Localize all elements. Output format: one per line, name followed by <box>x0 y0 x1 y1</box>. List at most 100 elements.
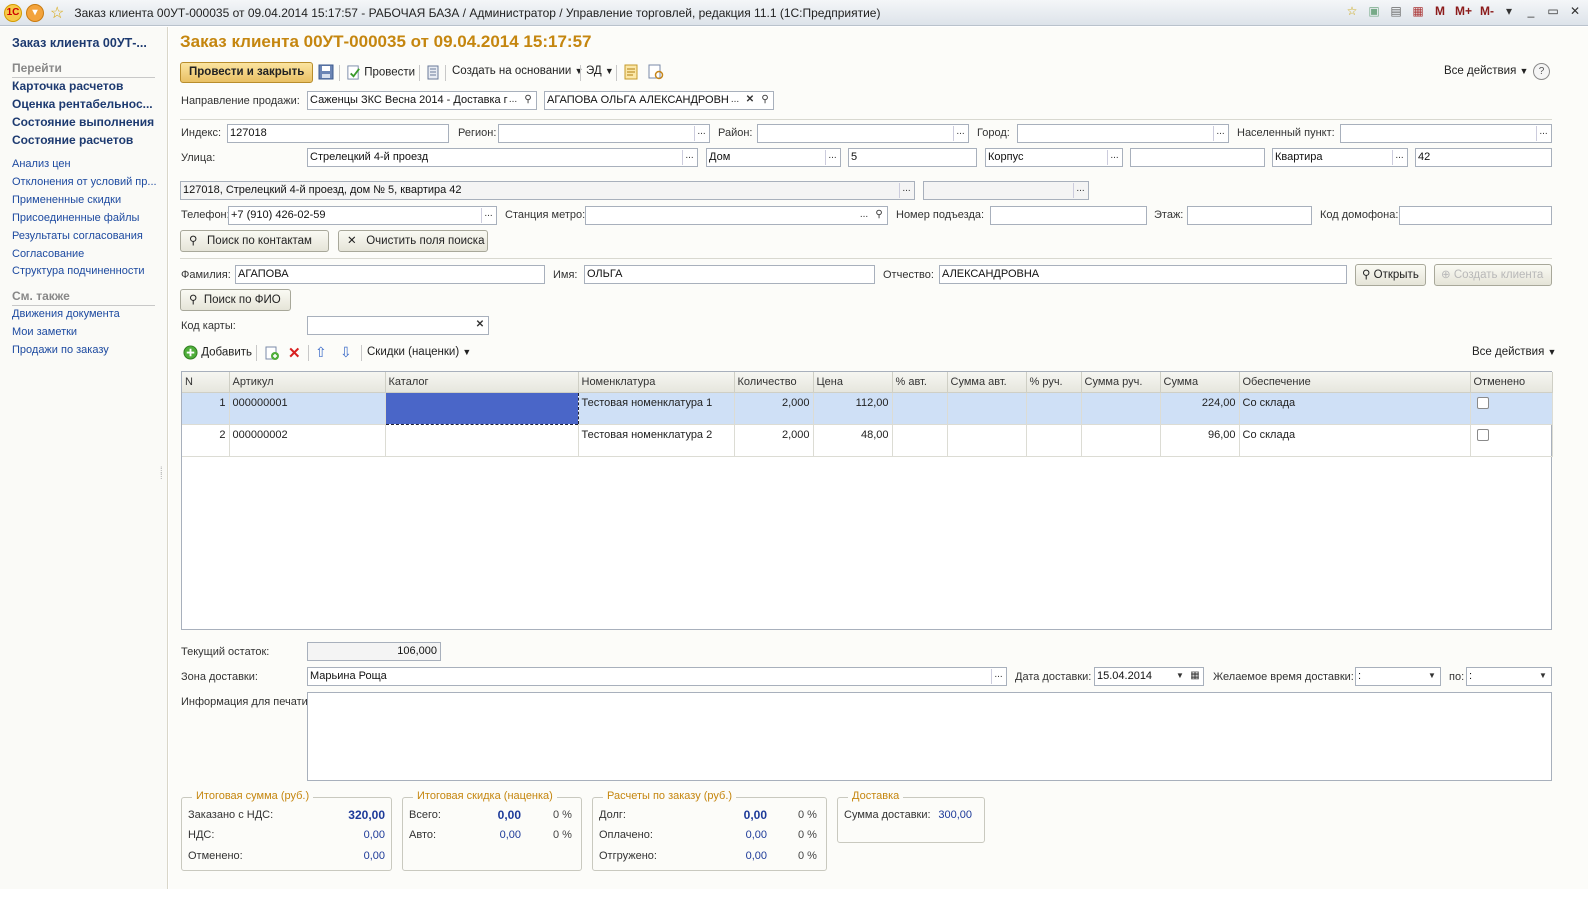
cell-sum-manual[interactable] <box>1081 392 1161 425</box>
search-by-contacts-button[interactable]: ⚲ Поиск по контактам <box>180 230 329 252</box>
delete-row-icon[interactable]: ✕ <box>288 344 301 362</box>
korpus-type-field[interactable]: Корпус... <box>985 148 1123 167</box>
select-button[interactable]: ... <box>899 183 913 198</box>
full-address-field[interactable]: 127018, Стрелецкий 4-й проезд, дом № 5, … <box>180 181 915 200</box>
nav-link-attached-files[interactable]: Присоединенные файлы <box>12 212 139 224</box>
panel-resize-grip[interactable]: ⁞ ⁞ <box>160 466 163 481</box>
move-up-icon[interactable]: ⇧ <box>315 344 327 361</box>
card-code-field[interactable]: ✕ <box>307 316 489 335</box>
house-type-field[interactable]: Дом... <box>706 148 841 167</box>
favorites-icon[interactable]: ☆ <box>1345 4 1359 18</box>
column-header[interactable]: Номенклатура <box>578 372 735 393</box>
entrance-field[interactable] <box>990 206 1147 225</box>
house-number-field[interactable]: 5 <box>848 148 977 167</box>
list-icon[interactable] <box>427 65 439 83</box>
nav-link-settlement-state[interactable]: Состояние расчетов <box>12 133 133 147</box>
help-button[interactable]: ? <box>1533 63 1550 80</box>
search-icon[interactable]: ⚲ <box>758 93 772 108</box>
select-button[interactable]: ... <box>857 208 871 223</box>
nav-link-approval[interactable]: Согласование <box>12 248 84 260</box>
select-button[interactable]: ... <box>694 126 708 141</box>
column-header[interactable]: % руч. <box>1026 372 1082 393</box>
column-header[interactable]: Обеспечение <box>1239 372 1471 393</box>
search-icon[interactable]: ⚲ <box>872 208 886 223</box>
select-button[interactable]: ... <box>825 150 839 165</box>
nav-link-subordination[interactable]: Структура подчиненности <box>12 265 145 277</box>
korpus-number-field[interactable] <box>1130 148 1265 167</box>
select-button[interactable]: ... <box>1392 150 1406 165</box>
column-header[interactable]: Каталог <box>385 372 579 393</box>
all-actions-menu[interactable]: Все действия ▼ <box>1444 65 1528 77</box>
column-header[interactable]: Сумма <box>1160 372 1240 393</box>
street-field[interactable]: Стрелецкий 4-й проезд... <box>307 148 698 167</box>
print-preview-icon[interactable] <box>648 64 664 83</box>
memory-m-button[interactable]: M <box>1433 4 1447 18</box>
calendar-icon[interactable]: ▦ <box>1411 4 1425 18</box>
cell-n[interactable]: 1 <box>182 392 230 425</box>
cell-n[interactable]: 2 <box>182 424 230 457</box>
floor-field[interactable] <box>1187 206 1312 225</box>
create-based-on-menu[interactable]: Создать на основании ▼ <box>452 65 583 77</box>
delivery-date-field[interactable]: 15.04.2014 ▼ ▦ <box>1094 667 1204 686</box>
cell-article[interactable]: 000000002 <box>229 424 386 457</box>
nav-link-sales-by-order[interactable]: Продажи по заказу <box>12 344 109 356</box>
apartment-type-field[interactable]: Квартира... <box>1272 148 1408 167</box>
nav-panel-title[interactable]: Заказ клиента 00УТ-... <box>12 36 147 50</box>
nav-link-approval-results[interactable]: Результаты согласования <box>12 230 143 242</box>
select-button[interactable]: ... <box>481 208 495 223</box>
table-row[interactable]: 2 000000002 Тестовая номенклатура 2 2,00… <box>182 424 1553 457</box>
nav-link-profitability[interactable]: Оценка рентабельнос... <box>12 97 153 111</box>
post-button[interactable]: Провести <box>346 65 415 80</box>
nav-link-deviations[interactable]: Отклонения от условий пр... <box>12 176 157 188</box>
chevron-down-icon[interactable]: ▼ <box>1425 669 1439 684</box>
cell-pct-auto[interactable] <box>892 424 948 457</box>
history-icon[interactable]: ▣ <box>1367 4 1381 18</box>
name-field[interactable]: ОЛЬГА <box>584 265 875 284</box>
restore-button[interactable]: ▭ <box>1546 4 1560 18</box>
nav-link-execution-state[interactable]: Состояние выполнения <box>12 115 154 129</box>
cell-qty[interactable]: 2,000 <box>734 424 814 457</box>
move-down-icon[interactable]: ⇩ <box>340 344 352 361</box>
cell-pct-auto[interactable] <box>892 392 948 425</box>
copy-row-icon[interactable] <box>264 345 280 364</box>
delivery-time-from-field[interactable]: : ▼ <box>1355 667 1441 686</box>
cell-price[interactable]: 112,00 <box>813 392 893 425</box>
cell-sum-manual[interactable] <box>1081 424 1161 457</box>
save-icon[interactable] <box>318 64 334 83</box>
select-button[interactable]: ... <box>991 669 1005 684</box>
close-button[interactable]: ✕ <box>1568 4 1582 18</box>
calculator-icon[interactable]: ▤ <box>1389 4 1403 18</box>
favorite-star-icon[interactable]: ☆ <box>50 3 64 23</box>
select-button[interactable]: ... <box>1073 183 1087 198</box>
district-field[interactable]: ... <box>757 124 969 143</box>
phone-field[interactable]: +7 (910) 426-02-59... <box>228 206 497 225</box>
delivery-time-to-field[interactable]: : ▼ <box>1466 667 1552 686</box>
select-button[interactable]: ... <box>506 93 520 108</box>
nav-link-price-analysis[interactable]: Анализ цен <box>12 158 71 170</box>
print-info-textarea[interactable] <box>307 692 1552 781</box>
calendar-icon[interactable]: ▦ <box>1188 669 1202 684</box>
select-button[interactable]: ... <box>682 150 696 165</box>
discounts-menu[interactable]: Скидки (наценки) ▼ <box>367 346 471 358</box>
city-field[interactable]: ... <box>1017 124 1229 143</box>
clear-icon[interactable]: ✕ <box>473 318 487 333</box>
cell-article[interactable]: 000000001 <box>229 392 386 425</box>
cell-sum[interactable]: 224,00 <box>1160 392 1240 425</box>
memory-plus-button[interactable]: M+ <box>1455 4 1472 18</box>
cancelled-checkbox[interactable] <box>1476 428 1489 441</box>
column-header[interactable]: Цена <box>813 372 893 393</box>
nav-link-document-movements[interactable]: Движения документа <box>12 308 120 320</box>
metro-field[interactable]: ... ⚲ <box>585 206 888 225</box>
nav-link-applied-discounts[interactable]: Примененные скидки <box>12 194 121 206</box>
cell-sum-auto[interactable] <box>947 424 1027 457</box>
cell-qty[interactable]: 2,000 <box>734 392 814 425</box>
create-client-button[interactable]: ⊕ Создать клиента <box>1434 264 1552 286</box>
search-icon[interactable]: ⚲ <box>521 93 535 108</box>
post-and-close-button[interactable]: Провести и закрыть <box>180 62 314 83</box>
table-row[interactable]: 1 000000001 Тестовая номенклатура 1 2,00… <box>182 391 1553 425</box>
cell-sum[interactable]: 96,00 <box>1160 424 1240 457</box>
select-button[interactable]: ... <box>728 93 742 108</box>
goods-table[interactable]: N Артикул Каталог Номенклатура Количеств… <box>181 371 1553 630</box>
select-button[interactable]: ... <box>953 126 967 141</box>
column-header[interactable]: % авт. <box>892 372 948 393</box>
